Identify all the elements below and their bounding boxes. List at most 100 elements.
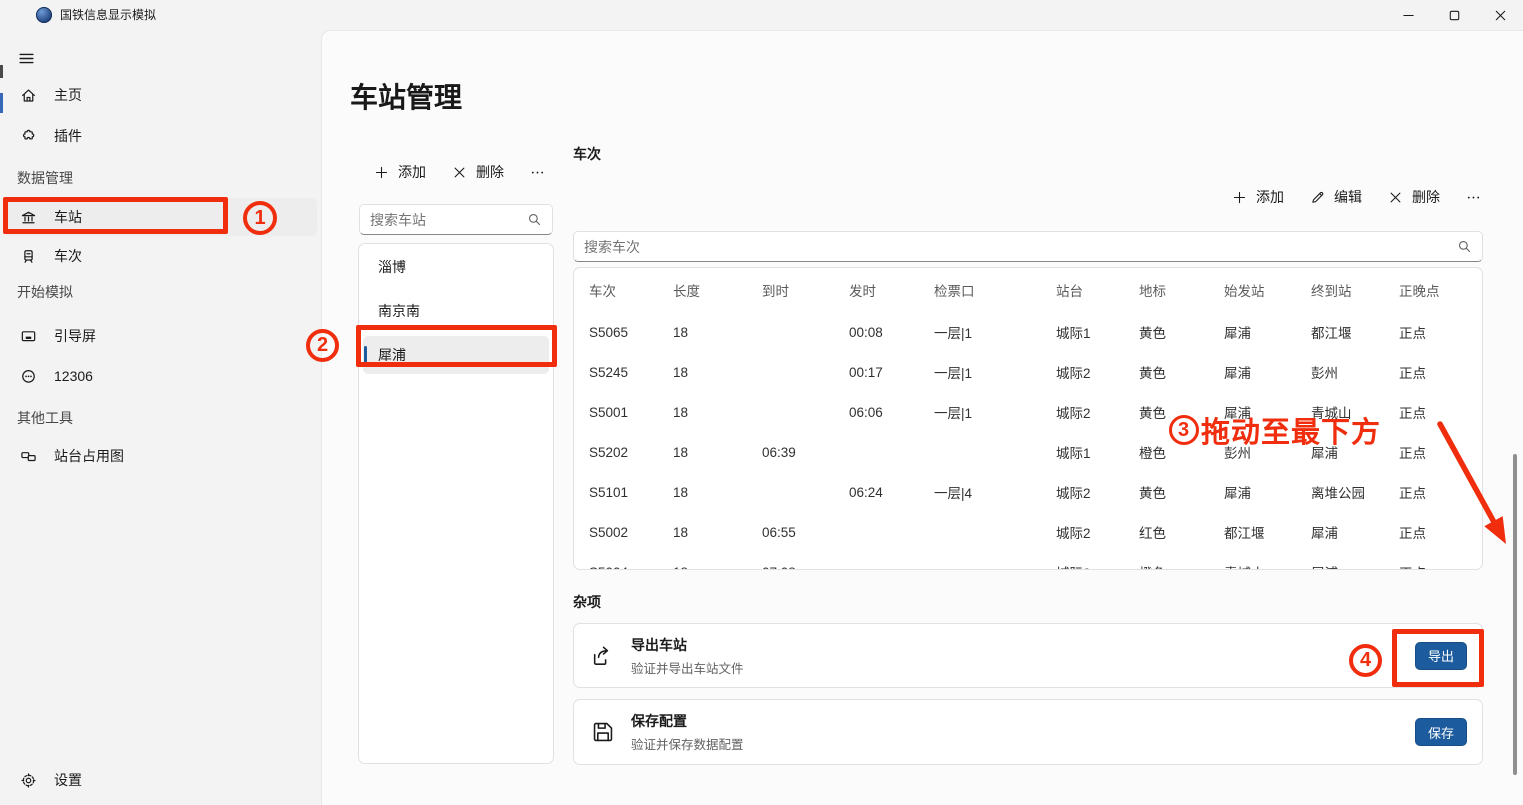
table-cell: 00:17 [849, 365, 934, 380]
column-header: 正晚点 [1399, 280, 1482, 300]
train-more-button[interactable] [1466, 190, 1481, 205]
table-cell: 犀浦 [1224, 362, 1311, 382]
sidebar-item-platform-map[interactable]: 站台占用图 [5, 438, 317, 474]
hamburger-icon [18, 50, 35, 67]
card-subtitle: 验证并导出车站文件 [631, 658, 744, 677]
table-cell: 18 [673, 525, 762, 540]
train-search-box [573, 231, 1483, 262]
table-cell: S5101 [589, 485, 673, 500]
table-cell: 18 [673, 565, 762, 571]
table-cell: 犀浦 [1311, 562, 1399, 570]
table-cell: 城际2 [1056, 522, 1139, 542]
table-cell: S5002 [589, 525, 673, 540]
minimize-button[interactable] [1385, 0, 1431, 30]
table-cell: 都江堰 [1224, 522, 1311, 542]
train-icon [20, 248, 37, 265]
table-cell: 06:55 [762, 525, 849, 540]
card-text: 保存配置 验证并保存数据配置 [631, 711, 744, 753]
home-icon [20, 87, 37, 104]
button-label: 添加 [1256, 187, 1284, 207]
annotation-arrow-step3 [1432, 414, 1517, 559]
table-cell: 黄色 [1139, 322, 1224, 342]
station-more-button[interactable] [530, 165, 545, 180]
page-title: 车站管理 [350, 76, 462, 116]
button-label: 添加 [398, 162, 426, 182]
column-header: 终到站 [1311, 280, 1399, 300]
table-row[interactable]: S50021806:55城际2红色都江堰犀浦正点 [574, 512, 1482, 552]
trains-section-label: 车次 [573, 144, 601, 164]
export-station-card: 导出车站 验证并导出车站文件 导出 [573, 623, 1483, 688]
table-row[interactable]: S52451800:17一层|1城际2黄色犀浦彭州正点 [574, 352, 1482, 392]
station-search-input[interactable] [370, 212, 527, 228]
nav-menu-button[interactable] [10, 42, 42, 74]
table-cell: 城际2 [1056, 362, 1139, 382]
train-edit-button[interactable]: 编辑 [1310, 187, 1362, 207]
sidebar-item-guide-screen[interactable]: 引导屏 [5, 318, 317, 354]
station-list-item[interactable]: 淄博 [363, 248, 549, 286]
annotation-circle-step4: 4 [1349, 644, 1382, 677]
table-cell: 一层|1 [934, 322, 1056, 342]
annotation-circle-step3: 3 [1169, 415, 1199, 445]
station-list: 淄博 南京南 犀浦 [358, 243, 554, 764]
maximize-button[interactable] [1431, 0, 1477, 30]
sidebar-item-plugins[interactable]: 插件 [5, 118, 317, 154]
train-add-button[interactable]: 添加 [1232, 187, 1284, 207]
sidebar-item-label: 12306 [54, 368, 93, 384]
card-title: 导出车站 [631, 635, 744, 655]
station-add-button[interactable]: 添加 [374, 162, 426, 182]
more-options-icon [530, 165, 545, 180]
app-window: { "window": { "title": "国铁信息显示模拟" }, "co… [0, 0, 1523, 805]
station-name: 淄博 [378, 257, 406, 277]
table-cell: 07:08 [762, 565, 849, 571]
table-cell: 城际2 [1056, 402, 1139, 422]
table-cell: 正点 [1399, 562, 1482, 570]
column-header: 检票口 [934, 280, 1056, 300]
table-cell: 06:24 [849, 485, 934, 500]
button-label: 编辑 [1334, 187, 1362, 207]
train-search-input[interactable] [584, 239, 1457, 255]
plus-icon [1232, 190, 1247, 205]
sidebar-item-trains[interactable]: 车次 [5, 238, 317, 274]
annotation-box-step1 [3, 197, 228, 234]
table-cell: S5065 [589, 325, 673, 340]
train-delete-button[interactable]: 删除 [1388, 187, 1440, 207]
column-header: 地标 [1139, 280, 1224, 300]
edge-artifact [0, 65, 3, 78]
edge-artifact [0, 93, 3, 113]
x-icon [1388, 190, 1403, 205]
sidebar-item-settings[interactable]: 设置 [5, 762, 317, 798]
table-cell: 犀浦 [1224, 482, 1311, 502]
train-table-header: 车次长度到时发时检票口站台地标始发站终到站正晚点 [574, 268, 1482, 312]
sidebar-item-label: 设置 [54, 770, 82, 790]
annotation-step3-text: 拖动至最下方 [1201, 409, 1381, 451]
table-cell: 一层|1 [934, 362, 1056, 382]
window-controls [1385, 0, 1523, 30]
card-title: 保存配置 [631, 711, 744, 731]
x-icon [452, 165, 467, 180]
save-icon [590, 719, 616, 745]
button-label: 删除 [476, 162, 504, 182]
search-icon [527, 212, 542, 227]
sidebar-item-12306[interactable]: 12306 [5, 358, 317, 394]
table-cell: 18 [673, 365, 762, 380]
sidebar-item-home[interactable]: 主页 [5, 77, 317, 113]
card-subtitle: 验证并保存数据配置 [631, 734, 744, 753]
annotation-step3: 3 拖动至最下方 [1169, 409, 1381, 451]
pencil-icon [1310, 190, 1325, 205]
station-delete-button[interactable]: 删除 [452, 162, 504, 182]
table-row[interactable]: S51011806:24一层|4城际2黄色犀浦离堆公园正点 [574, 472, 1482, 512]
table-row[interactable]: S50041807:08城际2橙色青城山犀浦正点 [574, 552, 1482, 570]
table-cell: 青城山 [1224, 562, 1311, 570]
export-icon [590, 643, 616, 669]
save-button[interactable]: 保存 [1415, 718, 1467, 746]
table-cell: 正点 [1399, 362, 1482, 382]
table-cell: 18 [673, 325, 762, 340]
table-cell: S5245 [589, 365, 673, 380]
table-cell: 城际1 [1056, 322, 1139, 342]
table-cell: S5004 [589, 565, 673, 571]
table-row[interactable]: S50651800:08一层|1城际1黄色犀浦都江堰正点 [574, 312, 1482, 352]
table-cell: 正点 [1399, 322, 1482, 342]
search-icon [1457, 239, 1472, 254]
close-button[interactable] [1477, 0, 1523, 30]
station-name: 南京南 [378, 301, 420, 321]
